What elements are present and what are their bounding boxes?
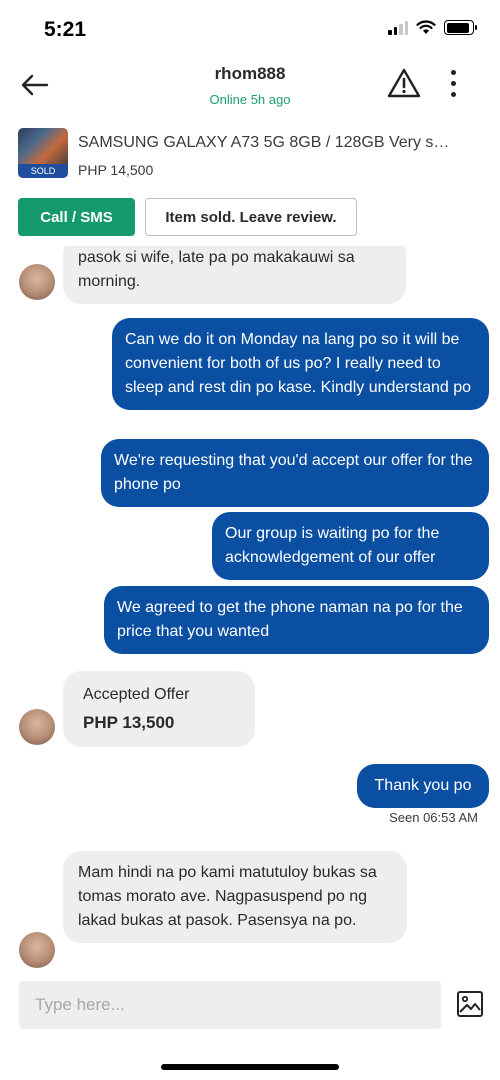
status-time: 5:21 xyxy=(44,18,87,41)
offer-price: PHP 13,500 xyxy=(83,713,175,732)
outgoing-message: Thank you po xyxy=(357,764,489,808)
online-status: Online 5h ago xyxy=(209,92,291,107)
offer-label: Accepted Offer xyxy=(83,686,190,703)
dot-icon xyxy=(450,69,456,75)
chat-username[interactable]: rhom888 xyxy=(0,64,500,84)
status-icons xyxy=(388,20,477,35)
avatar xyxy=(19,709,55,745)
listing-summary[interactable]: SOLD SAMSUNG GALAXY A73 5G 8GB / 128GB V… xyxy=(18,128,488,182)
outgoing-message: We're requesting that you'd accept our o… xyxy=(101,439,489,507)
battery-icon xyxy=(444,20,477,35)
more-options-button[interactable] xyxy=(440,66,466,100)
call-sms-button[interactable]: Call / SMS xyxy=(18,198,135,236)
chat-header: rhom888 Online 5h ago xyxy=(0,58,500,118)
outgoing-message: Can we do it on Monday na lang po so it … xyxy=(112,318,489,410)
home-indicator[interactable] xyxy=(161,1064,339,1070)
listing-title: SAMSUNG GALAXY A73 5G 8GB / 128GB Very s… xyxy=(78,134,450,151)
message-composer xyxy=(19,981,441,1029)
report-button[interactable] xyxy=(386,66,422,100)
dot-icon xyxy=(450,91,456,97)
listing-thumbnail: SOLD xyxy=(18,128,68,178)
incoming-message: pasok si wife, late pa po makakauwi sa m… xyxy=(63,246,406,304)
attach-image-button[interactable] xyxy=(456,990,484,1018)
seen-receipt: Seen 06:53 AM xyxy=(389,810,478,825)
avatar xyxy=(19,932,55,968)
dot-icon xyxy=(450,80,456,86)
message-input[interactable] xyxy=(19,981,441,1029)
wifi-icon xyxy=(416,20,436,34)
outgoing-message: We agreed to get the phone naman na po f… xyxy=(104,586,489,654)
sold-badge: SOLD xyxy=(18,164,68,178)
incoming-message: Mam hindi na po kami matutuloy bukas sa … xyxy=(63,851,407,943)
signal-icon xyxy=(388,20,408,35)
outgoing-message: Our group is waiting po for the acknowle… xyxy=(212,512,489,580)
image-icon xyxy=(457,991,483,1017)
listing-price: PHP 14,500 xyxy=(78,162,154,178)
leave-review-button[interactable]: Item sold. Leave review. xyxy=(145,198,357,236)
accepted-offer-card: Accepted Offer PHP 13,500 xyxy=(63,671,255,747)
warning-icon xyxy=(387,68,421,98)
message-list[interactable]: pasok si wife, late pa po makakauwi sa m… xyxy=(0,246,500,974)
status-bar: 5:21 xyxy=(0,0,500,60)
avatar xyxy=(19,264,55,300)
